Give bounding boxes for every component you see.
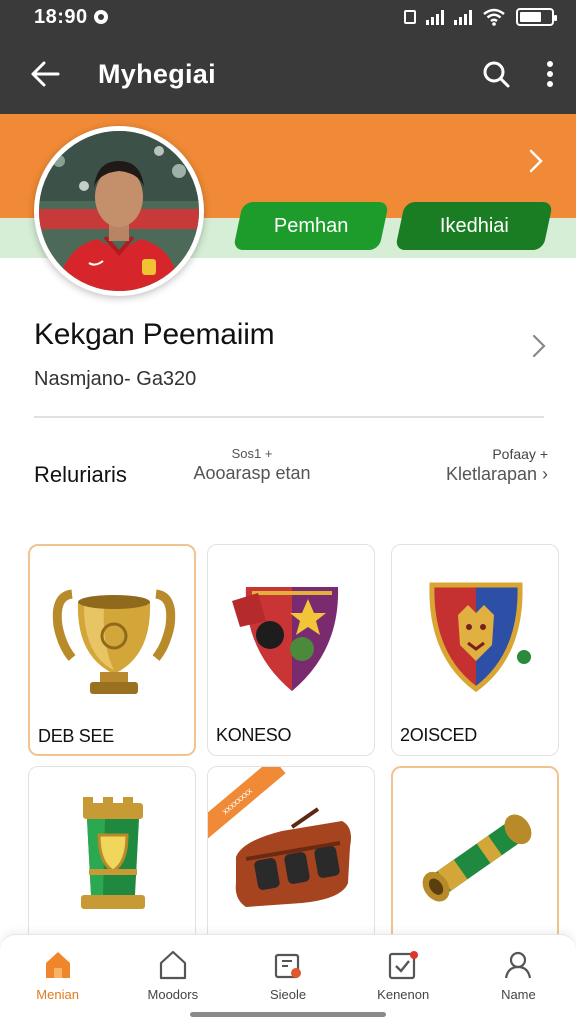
crest-icon [429,582,531,693]
section-filter[interactable]: Sos1 + Aooarasp etan [192,446,312,484]
chevron-right-icon [532,334,546,358]
page-title: Myhegiai [98,58,216,89]
nav-item-shop[interactable]: Moodors [115,935,230,1024]
more-options-button[interactable] [546,61,554,87]
nav-item-items[interactable]: Sieole [230,935,345,1024]
secondary-tab-button[interactable]: Ikedhiai [394,202,554,250]
back-button[interactable] [30,61,60,87]
item-card[interactable]: DEB SEE [28,544,196,756]
lock-icon [404,10,416,24]
home-indicator[interactable] [190,1012,386,1017]
item-card[interactable]: 2OISCED [391,544,559,756]
notification-icon [93,10,108,24]
item-label: DEB SEE [38,726,114,746]
nav-label: Sieole [269,987,307,1002]
shop-icon [159,950,186,980]
pouch-icon [235,807,351,907]
trophy-icon [52,589,176,694]
scroll-icon [422,814,532,902]
item-card[interactable]: KONESO [207,544,375,756]
bottom-nav: Menian Moodors Sieole Kenenon Name [0,934,576,1024]
divider [34,416,544,418]
chevron-right-icon [529,149,543,173]
player-photo [39,131,199,291]
section-sort[interactable]: Pofaay + Kletlarapan › [446,446,548,485]
shield-icon [232,587,339,691]
section-filter-label: Aooarasp etan [193,463,311,483]
signal-icon-2 [454,9,472,25]
search-icon [483,61,510,88]
app-bar: Myhegiai [0,34,576,114]
battery-icon [516,8,557,26]
wifi-icon [483,8,505,26]
profile-icon [505,951,532,979]
status-bar: 18:90 [0,0,576,34]
section-filter-small: Sos1 + [231,446,273,461]
back-arrow-icon [31,61,60,87]
profile-subtitle: Nasmjano- Ga320 [34,368,197,390]
avatar[interactable] [34,126,204,296]
primary-tab-label: Pemhan [273,214,349,237]
profile-details-button[interactable] [532,334,546,363]
nav-label: Name [501,987,536,1002]
signal-icon [426,9,444,25]
status-icons [404,8,557,26]
section-sort-small: Pofaay + [492,446,548,462]
search-button[interactable] [482,60,510,88]
item-label: KONESO [216,725,292,745]
items-icon [274,953,301,979]
status-time: 18:90 [34,5,88,28]
primary-tab-button[interactable]: Pemhan [232,202,390,250]
home-icon [45,952,70,978]
nav-label: Kenenon [377,987,430,1002]
nav-item-tasks[interactable]: Kenenon [346,935,461,1024]
profile-name: Kekgan Peemaiim [34,318,275,351]
section-title: Reluriaris [34,462,127,487]
section-sort-label: Kletlarapan › [445,464,548,484]
banner-next-button[interactable] [528,148,544,179]
tower-icon [81,797,145,909]
nav-item-profile[interactable]: Name [461,935,576,1024]
tasks-icon [389,951,419,980]
nav-label: Moodors [147,987,199,1002]
secondary-tab-label: Ikedhiai [439,214,509,237]
nav-label: Menian [36,987,79,1002]
nav-item-home[interactable]: Menian [0,935,115,1024]
more-vert-icon [547,61,553,87]
item-label: 2OISCED [400,725,477,745]
